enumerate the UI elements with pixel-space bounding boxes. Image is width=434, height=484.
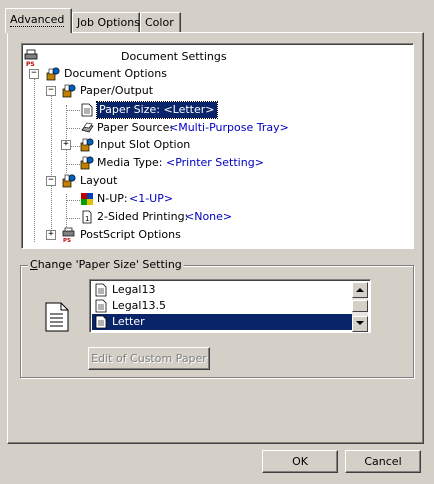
tree-item-document-settings[interactable]: PS Document Settings: [24, 49, 404, 67]
svg-text:PS: PS: [63, 238, 71, 243]
collapse-paper-output-icon[interactable]: −: [46, 86, 56, 96]
tab-advanced-label: Advanced: [10, 13, 65, 27]
cancel-button[interactable]: Cancel: [345, 450, 421, 473]
nup-value: <1-UP>: [129, 192, 174, 205]
edit-custom-paper-label: Edit of Custom Paper: [91, 352, 207, 365]
input-slot-icon: [80, 138, 94, 152]
collapse-layout-icon[interactable]: −: [46, 176, 56, 186]
ok-button[interactable]: OK: [262, 450, 338, 473]
media-type-value: <Printer Setting>: [166, 156, 264, 169]
paper-size-label: Paper Size:: [99, 103, 160, 116]
nup-icon: [81, 193, 93, 205]
tree-root-label: Document Settings: [121, 50, 227, 63]
expand-postscript-icon[interactable]: +: [46, 230, 56, 240]
paper-size-selection: Paper Size: <Letter>: [96, 101, 218, 119]
list-item-label: Legal13: [112, 283, 156, 296]
paper-output-label: Paper/Output: [80, 84, 154, 97]
paper-output-icon: [62, 84, 76, 98]
list-item-label: Letter: [112, 315, 145, 328]
paper-icon: [95, 315, 107, 329]
collapse-document-options-icon[interactable]: −: [29, 69, 39, 79]
settings-tree[interactable]: PS Document Settings − Document Options …: [21, 43, 414, 249]
paper-size-large-icon: [45, 302, 69, 332]
list-item-label: Legal13.5: [112, 299, 166, 312]
nup-label: N-UP:: [97, 192, 128, 205]
tab-advanced[interactable]: Advanced: [5, 8, 72, 33]
two-sided-label: 2-Sided Printing:: [97, 210, 189, 223]
ps-printer-icon: PS: [24, 49, 38, 67]
media-type-icon: [80, 156, 94, 170]
arrow-down-icon: [356, 321, 364, 325]
svg-text:PS: PS: [26, 61, 35, 67]
two-sided-icon: 1: [82, 210, 92, 224]
layout-icon: [62, 174, 76, 188]
scroll-up-button[interactable]: [352, 282, 368, 298]
list-item-legal13-5[interactable]: Legal13.5: [92, 298, 352, 314]
scroll-down-button[interactable]: [352, 316, 368, 332]
cancel-label: Cancel: [364, 455, 402, 468]
media-type-label: Media Type:: [97, 156, 163, 169]
paper-size-value: <Letter>: [163, 103, 215, 116]
group-title: Change 'Paper Size' Setting: [28, 258, 184, 271]
ok-label: OK: [292, 455, 308, 468]
document-options-icon: [46, 67, 60, 81]
paper-icon: [81, 103, 93, 117]
svg-text:1: 1: [85, 215, 89, 223]
paper-source-value: <Multi-Purpose Tray>: [169, 121, 289, 134]
input-slot-label: Input Slot Option: [97, 138, 191, 151]
paper-size-listbox[interactable]: Legal13 Legal13.5 Letter: [89, 279, 371, 333]
postscript-label: PostScript Options: [80, 228, 181, 241]
tab-job-options-label: Job Options: [77, 16, 140, 29]
scroll-thumb[interactable]: [352, 300, 368, 312]
list-item-letter[interactable]: Letter: [92, 314, 352, 330]
layout-label: Layout: [80, 174, 118, 187]
paper-icon: [95, 283, 107, 297]
paper-tray-icon: [81, 122, 94, 133]
paper-icon: [95, 299, 107, 313]
tab-job-options[interactable]: Job Options: [72, 12, 140, 32]
listbox-scrollbar[interactable]: [352, 282, 368, 332]
edit-custom-paper-button[interactable]: Edit of Custom Paper: [88, 347, 210, 370]
tab-color[interactable]: Color: [140, 12, 181, 32]
list-item-legal13[interactable]: Legal13: [92, 282, 352, 298]
expand-input-slot-icon[interactable]: +: [61, 140, 71, 150]
document-options-label: Document Options: [64, 67, 167, 80]
two-sided-value: <None>: [185, 210, 233, 223]
paper-source-label: Paper Source:: [97, 121, 174, 134]
group-title-mnemonic: C: [30, 258, 38, 271]
group-title-text: hange 'Paper Size' Setting: [37, 258, 182, 271]
tab-color-label: Color: [145, 16, 174, 29]
ps-printer-small-icon: PS: [62, 227, 75, 243]
arrow-up-icon: [356, 288, 364, 292]
